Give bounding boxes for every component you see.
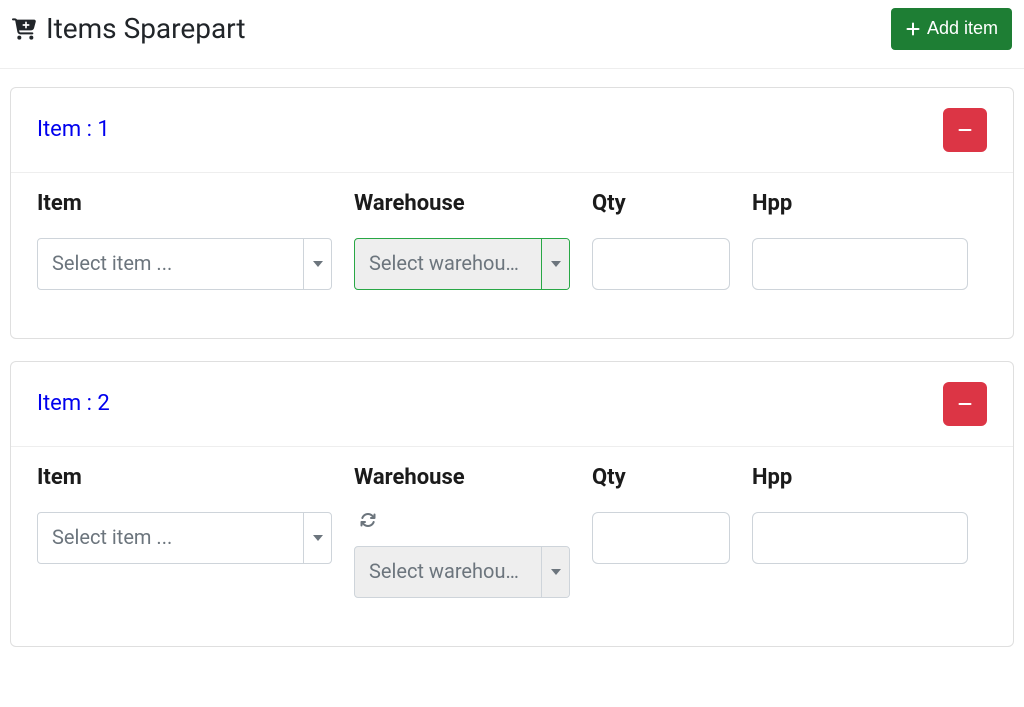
field-item: Item Select item ...: [37, 465, 332, 598]
field-hpp: Hpp: [752, 191, 968, 290]
item-select[interactable]: Select item ...: [37, 238, 332, 290]
add-item-label: Add item: [927, 18, 998, 40]
minus-icon: [957, 122, 973, 138]
item-index-label: Item : 1: [37, 117, 110, 142]
qty-input[interactable]: [592, 512, 730, 564]
chevron-down-icon: [541, 239, 569, 289]
remove-item-button[interactable]: [943, 382, 987, 426]
hpp-input[interactable]: [752, 512, 968, 564]
item-card-body: Item Select item ... Warehouse Select wa…: [11, 447, 1013, 646]
hpp-input[interactable]: [752, 238, 968, 290]
label-qty: Qty: [592, 465, 730, 490]
page-title: Items Sparepart: [46, 12, 246, 45]
form-row: Item Select item ... Warehouse Select wa…: [37, 191, 987, 290]
field-warehouse: Warehouse Select warehou…: [354, 465, 570, 598]
warehouse-select[interactable]: Select warehou…: [354, 238, 570, 290]
item-card: Item : 2 Item Select item ... Warehouse: [10, 361, 1014, 647]
warehouse-select[interactable]: Select warehou…: [354, 546, 570, 598]
label-item: Item: [37, 465, 332, 490]
item-select-placeholder: Select item ...: [38, 239, 303, 289]
field-qty: Qty: [592, 465, 730, 598]
minus-icon: [957, 396, 973, 412]
remove-item-button[interactable]: [943, 108, 987, 152]
page-header: Items Sparepart Add item: [0, 0, 1024, 69]
item-card-header: Item : 1: [11, 88, 1013, 173]
chevron-down-icon: [303, 239, 331, 289]
label-warehouse: Warehouse: [354, 191, 570, 216]
warehouse-select-placeholder: Select warehou…: [355, 547, 541, 597]
item-index-label: Item : 2: [37, 391, 110, 416]
field-hpp: Hpp: [752, 465, 968, 598]
page-title-wrap: Items Sparepart: [12, 12, 246, 45]
label-hpp: Hpp: [752, 465, 968, 490]
plus-icon: [905, 21, 921, 37]
item-select-placeholder: Select item ...: [38, 513, 303, 563]
warehouse-select-placeholder: Select warehou…: [355, 239, 541, 289]
add-item-button[interactable]: Add item: [891, 8, 1012, 50]
item-card-header: Item : 2: [11, 362, 1013, 447]
chevron-down-icon: [541, 547, 569, 597]
field-item: Item Select item ...: [37, 191, 332, 290]
field-warehouse: Warehouse Select warehou…: [354, 191, 570, 290]
field-qty: Qty: [592, 191, 730, 290]
items-container: Item : 1 Item Select item ... Warehouse …: [0, 69, 1024, 687]
form-row: Item Select item ... Warehouse Select wa…: [37, 465, 987, 598]
label-hpp: Hpp: [752, 191, 968, 216]
label-qty: Qty: [592, 191, 730, 216]
refresh-icon: [354, 512, 570, 546]
chevron-down-icon: [303, 513, 331, 563]
item-select[interactable]: Select item ...: [37, 512, 332, 564]
item-card-body: Item Select item ... Warehouse Select wa…: [11, 173, 1013, 338]
label-warehouse: Warehouse: [354, 465, 570, 490]
label-item: Item: [37, 191, 332, 216]
item-card: Item : 1 Item Select item ... Warehouse …: [10, 87, 1014, 339]
qty-input[interactable]: [592, 238, 730, 290]
cart-plus-icon: [12, 15, 36, 43]
